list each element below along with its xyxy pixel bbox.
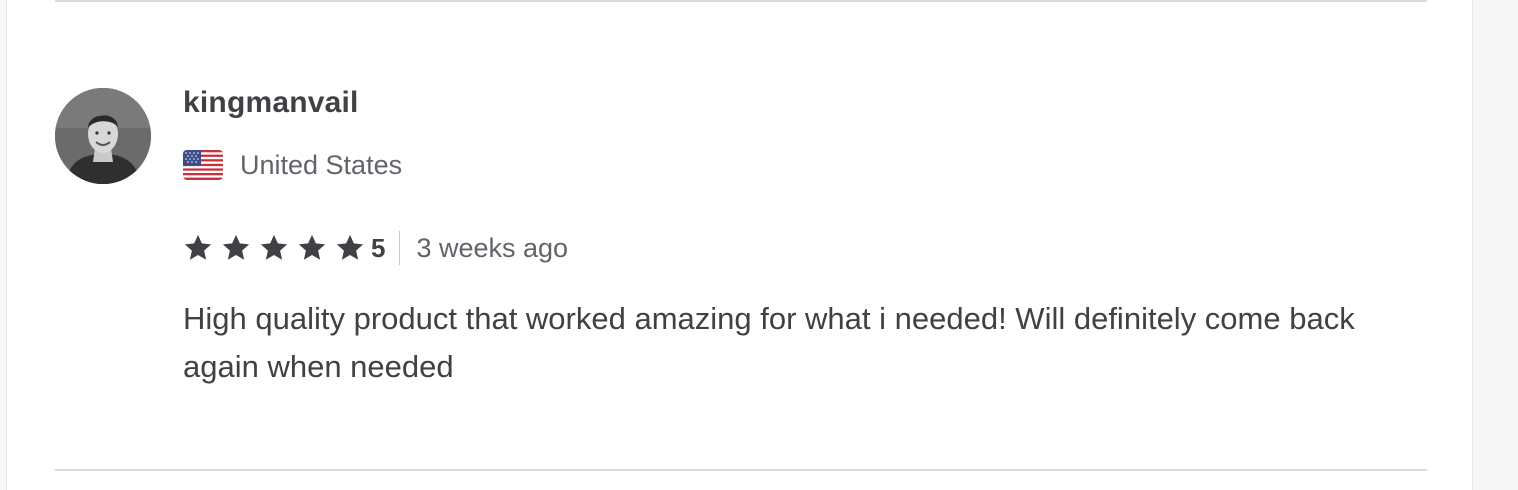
- country-name: United States: [240, 149, 403, 180]
- star-rating: [183, 233, 371, 263]
- star-icon: [298, 234, 326, 260]
- star-icon: [184, 234, 212, 260]
- reviewer-username[interactable]: kingmanvail: [183, 86, 359, 120]
- rating-time-separator: [399, 231, 401, 265]
- star-icon: [222, 234, 250, 260]
- rating-row: 5 3 weeks ago: [183, 228, 568, 268]
- us-flag-icon: [183, 150, 223, 180]
- star-icon: [336, 234, 364, 260]
- rating-value: 5: [371, 232, 386, 263]
- review-card: kingmanvail United States 5 3 weeks ago …: [6, 0, 1473, 490]
- star-icon: [260, 234, 288, 260]
- avatar[interactable]: [55, 88, 151, 184]
- avatar-photo: [55, 88, 151, 184]
- top-divider: [55, 0, 1427, 2]
- bottom-divider: [55, 469, 1427, 471]
- review-time: 3 weeks ago: [416, 232, 569, 263]
- review-text: High quality product that worked amazing…: [183, 301, 1355, 384]
- page: kingmanvail United States 5 3 weeks ago …: [0, 0, 1518, 490]
- reviewer-country: United States: [183, 148, 402, 182]
